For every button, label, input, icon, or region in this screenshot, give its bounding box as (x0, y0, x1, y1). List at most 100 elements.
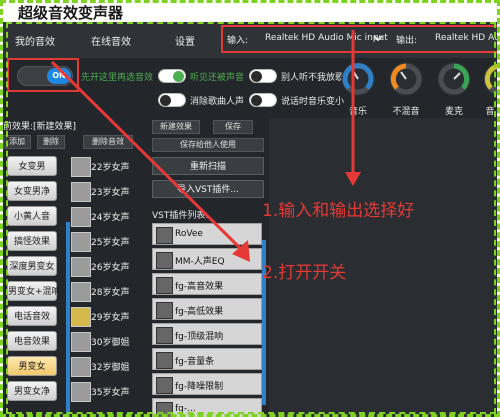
output-label: 输出: (396, 36, 418, 46)
voice-preset-icon (71, 182, 91, 202)
voice-item-label: 24岁女声 (91, 213, 130, 223)
tab-my-effects[interactable]: 我的音效 (15, 33, 55, 48)
option-toggle-hear-voice[interactable] (158, 69, 186, 83)
option-toggle-remove-vocals[interactable] (158, 93, 186, 107)
voice-item[interactable]: 30岁御姐 (71, 331, 149, 352)
vst-plugin-label: fg-顶级混响 (175, 332, 224, 342)
effect-category-button[interactable]: 女变男 (7, 156, 57, 176)
voice-item-label: 29岁女声 (91, 313, 130, 323)
voice-item-label: 23岁女声 (91, 188, 130, 198)
mic-gauge-icon[interactable] (437, 62, 471, 96)
voice-item-label: 28岁女声 (91, 288, 130, 298)
effect-category-button[interactable]: 深度男变女 (7, 256, 57, 276)
volume-gauge-label: 音 (485, 107, 495, 117)
option-label-remove-vocals: 消除歌曲人声 (190, 97, 245, 107)
effect-category-button[interactable]: 男变女+混响 (7, 281, 61, 301)
voice-item[interactable]: 28岁女声 (71, 281, 149, 302)
music-gauge-icon[interactable] (341, 62, 375, 96)
input-label: 输入: (227, 36, 249, 46)
voice-item[interactable]: 25岁女声 (71, 231, 149, 252)
vst-plugin-item[interactable]: fg-降噪限制 (152, 373, 262, 395)
option-label-hear-voice: 听见还被声音 (190, 73, 245, 83)
vst-plugin-label: fg-高音效果 (175, 282, 224, 292)
mic-gauge-label: 麦克 (444, 107, 463, 117)
input-select[interactable]: Realtek HD Audio Mic input (265, 33, 388, 43)
voice-item-label: 32岁御姐 (91, 363, 130, 373)
voice-item[interactable]: 26岁女声 (71, 256, 149, 277)
vst-plugin-label: fg-高低效果 (175, 307, 224, 317)
option-toggle-duck-music[interactable] (249, 93, 277, 107)
voice-preset-icon (71, 282, 91, 302)
voice-item-label: 35岁女声 (91, 388, 130, 398)
option-toggle-others-hear[interactable] (249, 69, 277, 83)
annotation-step2: 2.打开开关 (262, 263, 347, 283)
plugin-icon (156, 402, 173, 417)
save-button[interactable]: 保存 (213, 120, 253, 134)
plugin-icon (156, 227, 173, 244)
vst-plugin-label: fg-音量条 (175, 357, 215, 367)
effect-category-button-active[interactable]: 男变女 (7, 356, 57, 376)
save-for-others-button[interactable]: 保存给他人使用 (152, 138, 264, 152)
voice-preset-icon (71, 357, 91, 377)
vst-plugin-label: MM-人声EQ (175, 257, 225, 267)
voice-preset-icon (71, 232, 91, 252)
plugin-icon (156, 277, 173, 294)
delete-button[interactable]: 删除 (37, 135, 65, 149)
annotation-step1: 1.输入和输出选择好 (262, 201, 415, 221)
app-window: 我的音效 在线音效 设置 输入: Realtek HD Audio Mic in… (3, 22, 497, 417)
voice-preset-icon (71, 207, 91, 227)
plugin-icon (156, 327, 173, 344)
voice-preset-icon (71, 257, 91, 277)
effect-category-button[interactable]: 小黄人音 (7, 206, 57, 226)
effect-category-button[interactable]: 男变女净 (7, 381, 57, 401)
voice-item[interactable]: 29岁女声 (71, 306, 149, 327)
voice-item[interactable]: 24岁女声 (71, 206, 149, 227)
tab-settings[interactable]: 设置 (175, 33, 195, 48)
plugin-icon (156, 252, 173, 269)
vst-plugin-item[interactable]: MM-人声EQ (152, 248, 262, 270)
vst-plugin-item[interactable]: fg-... (152, 398, 262, 417)
no-mix-gauge-label: 不混音 (392, 107, 420, 117)
rescan-button[interactable]: 重新扫描 (152, 157, 264, 175)
volume-gauge-icon[interactable] (483, 62, 497, 96)
effect-category-button[interactable]: 女变男净 (7, 181, 57, 201)
tab-online-effects[interactable]: 在线音效 (91, 33, 131, 48)
voice-item-label: 30岁御姐 (91, 338, 130, 348)
window-title: 超级音效变声器 (18, 4, 124, 22)
main-switch[interactable]: ON (17, 66, 73, 86)
effect-category-button[interactable]: 搞怪效果 (7, 231, 57, 251)
voice-preset-icon (71, 157, 91, 177)
no-mix-gauge-icon[interactable] (389, 62, 423, 96)
switch-on-label: ON (47, 68, 71, 84)
vst-plugin-label: fg-降噪限制 (175, 382, 224, 392)
vst-plugin-item[interactable]: fg-顶级混响 (152, 323, 262, 345)
vst-plugin-item[interactable]: fg-高低效果 (152, 298, 262, 320)
switch-hint: 先开这里再选音效 (81, 73, 154, 83)
plugin-icon (156, 302, 173, 319)
voice-item[interactable]: 23岁女声 (71, 181, 149, 202)
output-select[interactable]: Realtek HD Au (435, 33, 497, 43)
plugin-icon (156, 377, 173, 394)
voice-item[interactable]: 22岁女声 (71, 156, 149, 177)
effect-category-button[interactable]: 电话音效 (7, 306, 57, 326)
category-scrollbar[interactable] (66, 222, 70, 417)
option-label-duck-music: 说话时音乐变小 (281, 97, 345, 107)
add-button[interactable]: 添加 (3, 135, 31, 149)
delete-effect-button[interactable]: 删除音效 (83, 135, 133, 149)
vst-plugin-item[interactable]: fg-高音效果 (152, 273, 262, 295)
vst-list-label: VST插件列表: (152, 211, 209, 221)
option-label-others-hear: 别人听不我放歌 (281, 73, 345, 83)
effect-category-button[interactable]: 电音效果 (7, 331, 57, 351)
vst-plugin-item[interactable]: fg-音量条 (152, 348, 262, 370)
voice-item[interactable]: 35岁女声 (71, 381, 149, 402)
voice-preset-icon-selected (71, 307, 91, 327)
import-vst-button[interactable]: 导入VST插件... (152, 180, 264, 198)
vst-plugin-item[interactable]: RoVee (152, 223, 262, 245)
current-effect-label: 前效果:[新建效果] (3, 122, 77, 132)
vst-plugin-label: RoVee (175, 229, 203, 239)
chevron-down-icon[interactable] (372, 32, 384, 44)
vst-plugin-label: fg-... (175, 404, 196, 414)
voice-preset-icon (71, 332, 91, 352)
voice-item[interactable]: 32岁御姐 (71, 356, 149, 377)
new-effect-button[interactable]: 新建效果 (152, 120, 200, 134)
